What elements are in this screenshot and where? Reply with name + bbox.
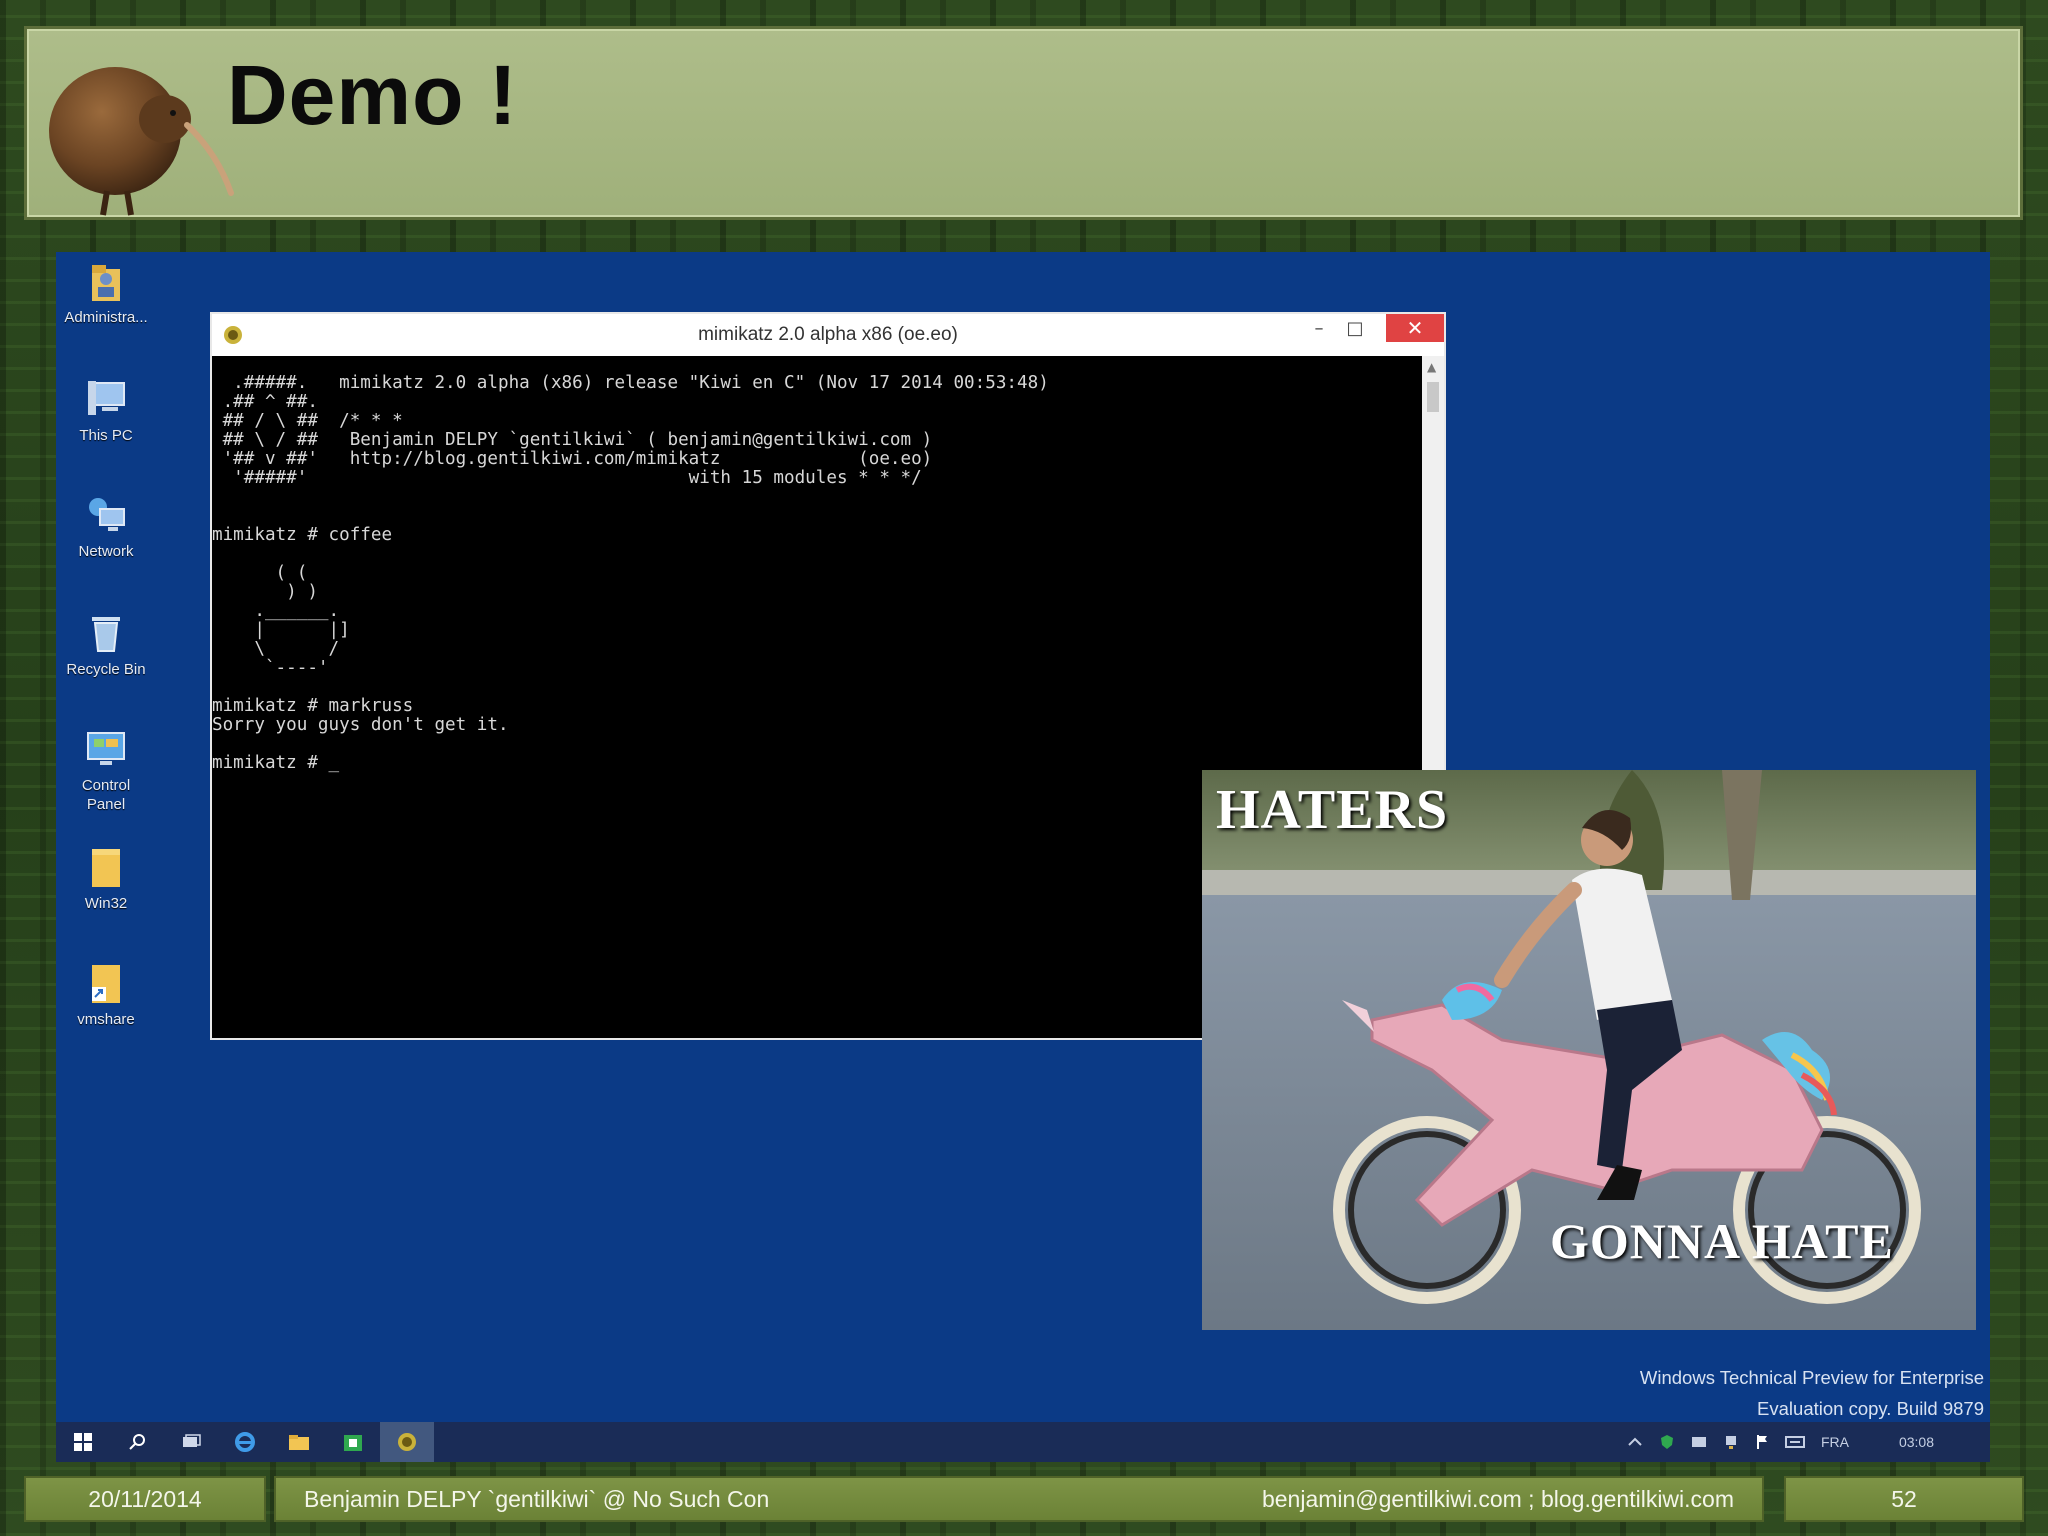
desktop-icon-vmshare[interactable]: vmshare — [56, 960, 156, 1029]
footer-author: Benjamin DELPY `gentilkiwi` @ No Such Co… — [304, 1485, 770, 1512]
desktop-icon-administrator[interactable]: Administra... — [56, 258, 156, 327]
desktop-icon-label: Administra... — [64, 309, 148, 326]
desktop-icon-recycle-bin[interactable]: Recycle Bin — [56, 610, 156, 679]
internet-explorer-icon — [235, 1432, 255, 1452]
action-center-flag-icon[interactable] — [1755, 1434, 1769, 1450]
shortcut-folder-icon — [83, 960, 129, 1006]
control-panel-icon — [83, 726, 129, 772]
desktop-icon-network[interactable]: Network — [56, 492, 156, 561]
console-window-title: mimikatz 2.0 alpha x86 (oe.eo) — [698, 324, 958, 345]
watermark-line-2: Evaluation copy. Build 9879 — [1757, 1398, 1984, 1419]
input-language[interactable]: FRA — [1821, 1434, 1849, 1450]
desktop-icon-control-panel[interactable]: Control Panel — [56, 726, 156, 814]
windows-logo-icon — [74, 1433, 92, 1451]
start-button[interactable] — [56, 1422, 110, 1462]
slide-header: Demo ! — [24, 26, 2023, 220]
taskbar-search-button[interactable] — [110, 1422, 164, 1462]
network-icon — [83, 492, 129, 538]
kiwi-bird-logo — [49, 67, 234, 216]
console-titlebar[interactable]: mimikatz 2.0 alpha x86 (oe.eo) – □ ✕ — [212, 314, 1444, 356]
desktop-icon-label: Control Panel — [81, 777, 131, 813]
meme-bottom-caption: GONNA HATE — [1550, 1213, 1894, 1269]
taskbar-file-explorer[interactable] — [272, 1422, 326, 1462]
desktop-icon-win32[interactable]: Win32 — [56, 844, 156, 913]
desktop-icon-this-pc[interactable]: This PC — [56, 376, 156, 445]
taskbar-store[interactable] — [326, 1422, 380, 1462]
recycle-bin-icon — [83, 610, 129, 656]
notification-icon[interactable] — [1691, 1435, 1707, 1449]
network-tray-icon[interactable] — [1723, 1434, 1739, 1450]
security-shield-icon[interactable] — [1659, 1434, 1675, 1450]
footer-info: Benjamin DELPY `gentilkiwi` @ No Such Co… — [274, 1476, 1764, 1522]
footer-page-number: 52 — [1784, 1476, 2024, 1522]
windows-desktop: Administra... This PC Network Recycle Bi… — [56, 252, 1990, 1462]
store-icon — [344, 1435, 362, 1451]
taskbar-clock[interactable]: 03:08 — [1899, 1434, 1934, 1450]
footer-date: 20/11/2014 — [24, 1476, 266, 1522]
meme-top-caption: HATERS — [1216, 779, 1449, 841]
windows-evaluation-watermark: Windows Technical Preview for Enterprise… — [1640, 1362, 1984, 1424]
taskbar-mimikatz[interactable] — [380, 1422, 434, 1462]
folder-icon — [83, 844, 129, 890]
keyboard-icon[interactable] — [1784, 1435, 1805, 1449]
system-tray: FRA 03:08 — [1627, 1422, 1934, 1462]
page-number: 52 — [1891, 1485, 1917, 1512]
scrollbar-thumb[interactable] — [1427, 382, 1439, 412]
scroll-up-icon[interactable]: ▲ — [1427, 360, 1436, 374]
taskbar-internet-explorer[interactable] — [218, 1422, 272, 1462]
desktop-icon-label: Recycle Bin — [66, 661, 146, 678]
desktop-icon-label: Network — [78, 543, 134, 560]
desktop-icon-label: Win32 — [84, 895, 128, 912]
user-folder-icon — [83, 258, 129, 304]
taskbar: FRA 03:08 — [56, 1422, 1990, 1462]
minimize-button[interactable]: – — [1300, 314, 1338, 342]
footer-date-text: 20/11/2014 — [88, 1485, 202, 1512]
computer-icon — [83, 376, 129, 422]
footer-contact: benjamin@gentilkiwi.com ; blog.gentilkiw… — [1261, 1485, 1734, 1512]
mimikatz-icon — [398, 1433, 416, 1451]
maximize-button[interactable]: □ — [1336, 314, 1374, 342]
close-button[interactable]: ✕ — [1386, 314, 1444, 342]
slide-title: Demo ! — [227, 48, 518, 142]
desktop-icon-label: vmshare — [77, 1011, 135, 1028]
task-view-icon — [183, 1434, 201, 1447]
haters-gonna-hate-image: HATERS GONNA HATE — [1202, 770, 1976, 1330]
watermark-line-1: Windows Technical Preview for Enterprise — [1639, 1367, 1984, 1388]
task-view-button[interactable] — [164, 1422, 218, 1462]
file-explorer-icon — [289, 1435, 309, 1450]
desktop-icon-label: This PC — [79, 427, 133, 444]
show-hidden-icons-icon[interactable] — [1627, 1436, 1643, 1448]
search-icon — [129, 1434, 145, 1450]
